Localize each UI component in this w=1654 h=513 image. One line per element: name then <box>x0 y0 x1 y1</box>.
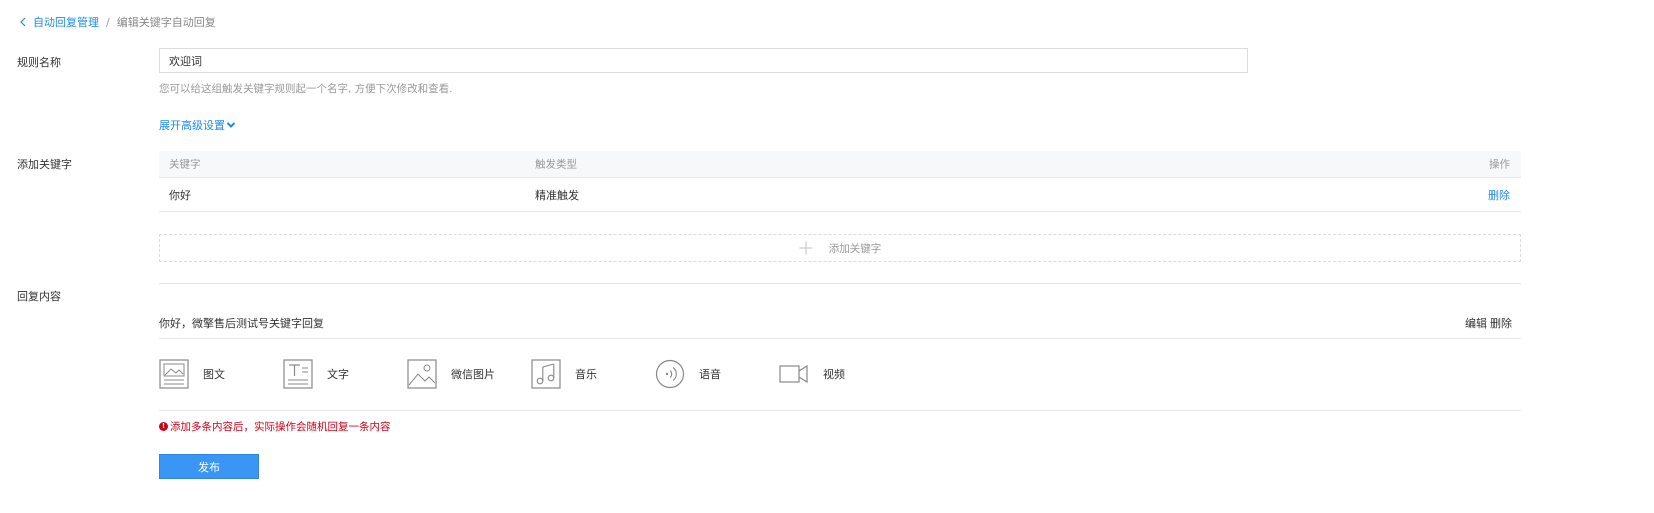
music-icon <box>531 359 561 389</box>
reply-actions: 编辑 删除 <box>1465 315 1512 331</box>
add-keyword-label: 添加关键字 <box>17 158 72 171</box>
warning-icon: ! <box>159 422 168 431</box>
video-icon <box>779 364 808 384</box>
rule-name-hint: 您可以给这组触发关键字规则起一个名字, 方便下次修改和查看. <box>159 83 453 95</box>
reply-type-text-label: 文字 <box>327 368 349 381</box>
trigger-type-cell: 精准触发 <box>535 188 579 202</box>
reply-type-music-label: 音乐 <box>575 368 597 381</box>
delete-reply-link[interactable]: 删除 <box>1490 315 1512 331</box>
table-row: 你好 精准触发 删除 <box>159 178 1521 212</box>
reply-type-news-button[interactable]: 图文 <box>159 359 283 389</box>
warning-text: 添加多条内容后，实际操作会随机回复一条内容 <box>170 421 391 433</box>
publish-button[interactable]: 发布 <box>159 454 259 479</box>
reply-type-picker: 图文 文字 微信图片 音乐 语音 视频 <box>159 358 903 390</box>
expand-advanced-label: 展开高级设置 <box>159 119 225 132</box>
reply-type-music-button[interactable]: 音乐 <box>531 359 655 389</box>
reply-type-image-label: 微信图片 <box>451 368 495 381</box>
news-icon <box>159 359 189 389</box>
keyword-cell: 你好 <box>169 188 191 202</box>
reply-divider <box>159 338 1521 339</box>
keyword-table: 关键字 触发类型 操作 你好 精准触发 删除 <box>159 151 1521 212</box>
text-icon <box>283 359 313 389</box>
reply-type-news-label: 图文 <box>203 368 225 381</box>
reply-type-video-button[interactable]: 视频 <box>779 359 903 389</box>
rule-name-input[interactable] <box>159 48 1248 73</box>
column-header-action: 操作 <box>1489 158 1510 171</box>
add-keyword-button-label: 添加关键字 <box>828 242 882 255</box>
edit-reply-link[interactable]: 编辑 <box>1465 315 1487 331</box>
reply-type-voice-button[interactable]: 语音 <box>655 359 779 389</box>
reply-type-text-button[interactable]: 文字 <box>283 359 407 389</box>
column-header-keyword: 关键字 <box>169 158 201 171</box>
random-reply-warning: ! 添加多条内容后，实际操作会随机回复一条内容 <box>159 419 391 434</box>
reply-type-video-label: 视频 <box>823 368 845 381</box>
delete-keyword-link[interactable]: 删除 <box>1488 187 1510 203</box>
chevron-left-icon[interactable] <box>18 16 28 28</box>
breadcrumb-separator: / <box>106 15 110 29</box>
expand-advanced-settings-link[interactable]: 展开高级设置 <box>159 117 236 133</box>
voice-icon <box>655 359 685 389</box>
keyword-table-header: 关键字 触发类型 操作 <box>159 151 1521 178</box>
section-divider <box>159 283 1521 284</box>
rule-name-label: 规则名称 <box>17 56 61 69</box>
breadcrumb-parent-link[interactable]: 自动回复管理 <box>33 14 99 30</box>
reply-type-image-button[interactable]: 微信图片 <box>407 359 531 389</box>
image-icon <box>407 359 437 389</box>
breadcrumb: 自动回复管理 / 编辑关键字自动回复 <box>18 14 216 30</box>
types-divider <box>159 410 1521 411</box>
reply-content-label: 回复内容 <box>17 290 61 303</box>
chevron-down-icon <box>226 122 236 128</box>
reply-content-text: 你好，微擎售后测试号关键字回复 <box>159 317 324 330</box>
breadcrumb-current: 编辑关键字自动回复 <box>116 16 216 29</box>
column-header-trigger-type: 触发类型 <box>535 158 577 171</box>
plus-icon <box>799 241 813 255</box>
reply-type-voice-label: 语音 <box>699 368 721 381</box>
add-keyword-button[interactable]: 添加关键字 <box>159 234 1521 262</box>
